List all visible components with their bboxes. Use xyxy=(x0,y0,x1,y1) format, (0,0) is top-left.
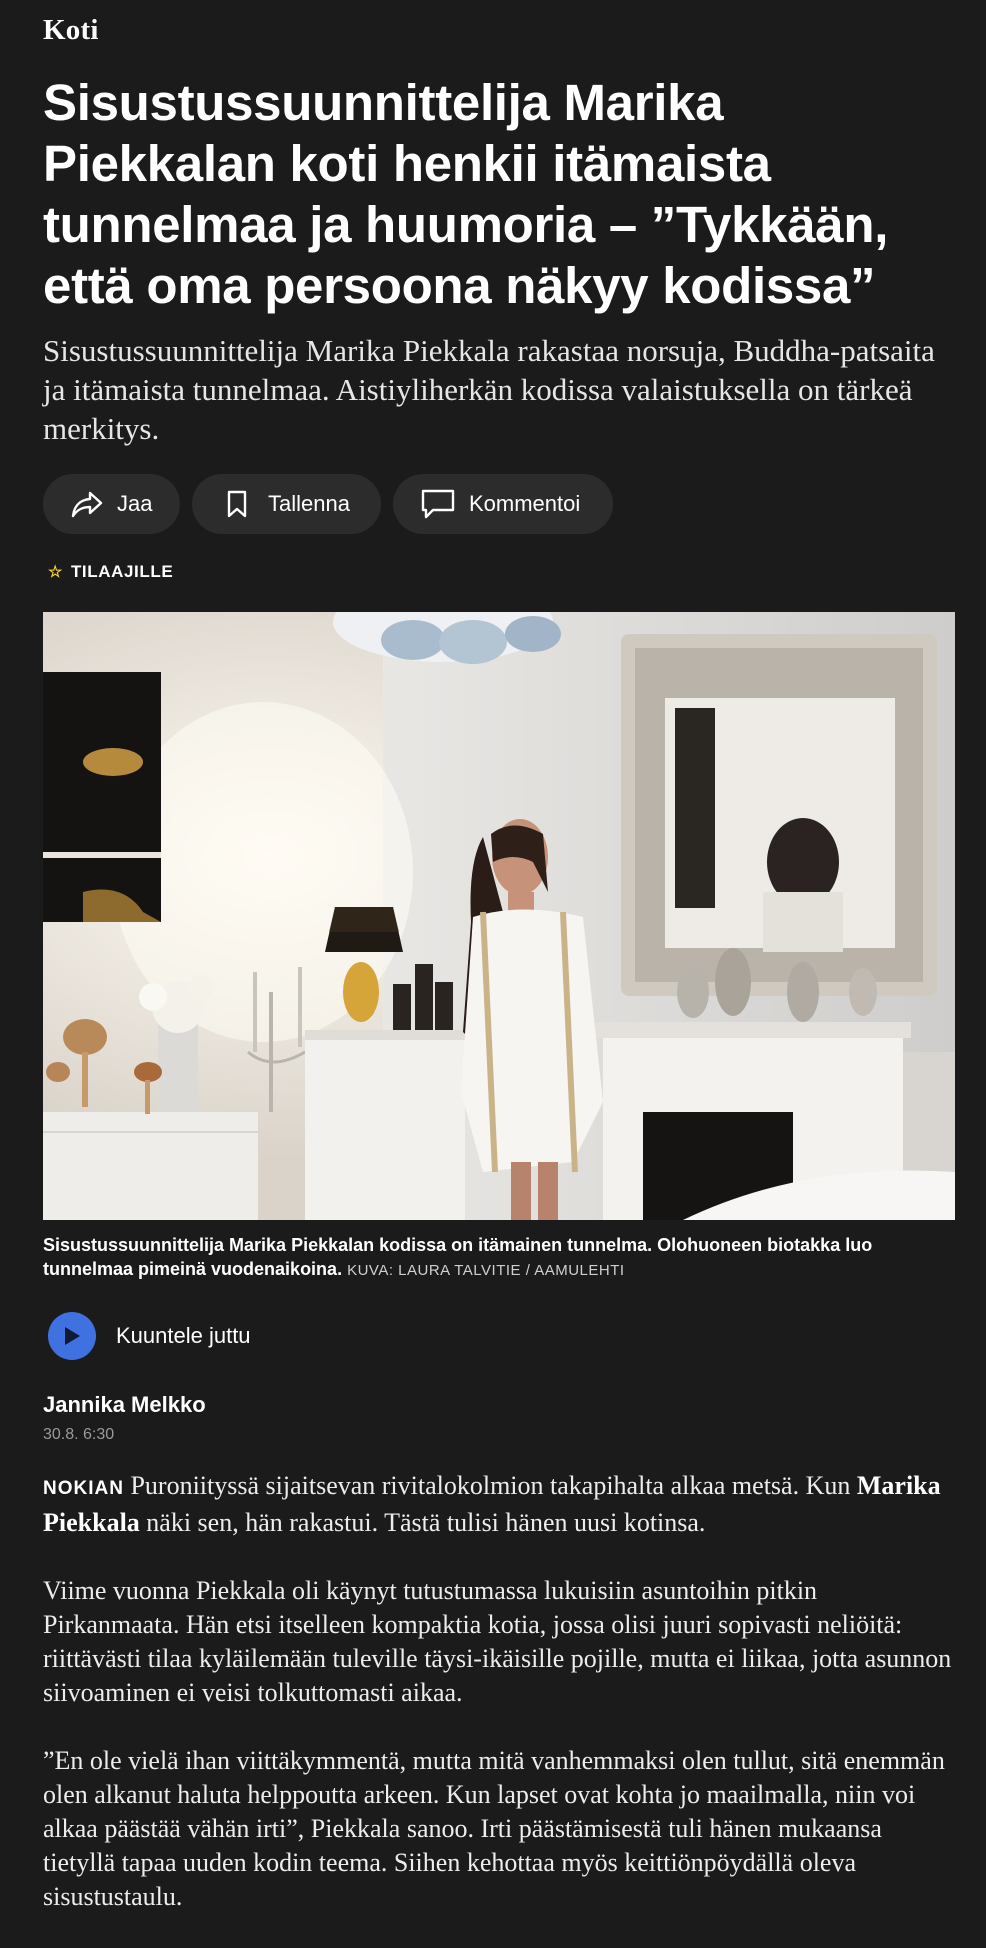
comment-icon xyxy=(421,487,455,521)
article-page: Koti Sisustussuunnittelija Marika Piekka… xyxy=(0,0,986,1922)
share-button[interactable]: Jaa xyxy=(43,474,180,534)
save-button[interactable]: Tallenna xyxy=(192,474,381,534)
save-label: Tallenna xyxy=(268,491,350,516)
star-icon: ☆ xyxy=(48,564,63,581)
paragraph-1-part-a: Puroniityssä sijaitsevan rivitalokolmion… xyxy=(123,1471,857,1500)
play-icon[interactable] xyxy=(48,1312,96,1360)
listen-button[interactable]: Kuuntele juttu xyxy=(48,1312,251,1360)
badge-label: TILAAJILLE xyxy=(70,562,174,581)
comment-label: Kommentoi xyxy=(469,491,581,516)
photo-caption: Sisustussuunnittelija Marika Piekkalan k… xyxy=(43,1233,953,1283)
article-photo[interactable] xyxy=(43,612,955,1220)
bookmark-icon xyxy=(220,487,254,521)
paragraph-3: ”En ole vielä ihan viittäkymmentä, mutta… xyxy=(43,1746,945,1911)
comment-button[interactable]: Kommentoi xyxy=(393,474,613,534)
dateline: NOKIAN xyxy=(43,1478,124,1499)
paragraph-2: Viime vuonna Piekkala oli käynyt tutustu… xyxy=(43,1576,952,1707)
paragraph-1-part-b: näki sen, hän rakastui. Tästä tulisi hän… xyxy=(139,1508,706,1537)
article-headline: Sisustussuunnittelija Marika Piekkalan k… xyxy=(43,74,889,314)
living-room-photo xyxy=(43,612,955,1220)
share-label: Jaa xyxy=(117,491,153,516)
article-actions: Jaa Tallenna Kommentoi xyxy=(43,474,613,534)
publish-date: 30.8. 6:30 xyxy=(43,1426,115,1443)
listen-label: Kuuntele juttu xyxy=(116,1323,251,1348)
paragraph-1: NOKIAN Puroniityssä sijaitsevan rivitalo… xyxy=(43,1469,953,1540)
photo-credit: KUVA: LAURA TALVITIE / AAMULEHTI xyxy=(347,1262,625,1279)
article-body: NOKIAN Puroniityssä sijaitsevan rivitalo… xyxy=(43,1469,953,1948)
article-lead: Sisustussuunnittelija Marika Piekkala ra… xyxy=(43,333,935,446)
subscriber-badge: ☆ TILAAJILLE xyxy=(48,562,173,582)
share-arrow-icon xyxy=(71,487,103,521)
author-name[interactable]: Jannika Melkko xyxy=(43,1392,206,1418)
section-label[interactable]: Koti xyxy=(43,14,99,47)
